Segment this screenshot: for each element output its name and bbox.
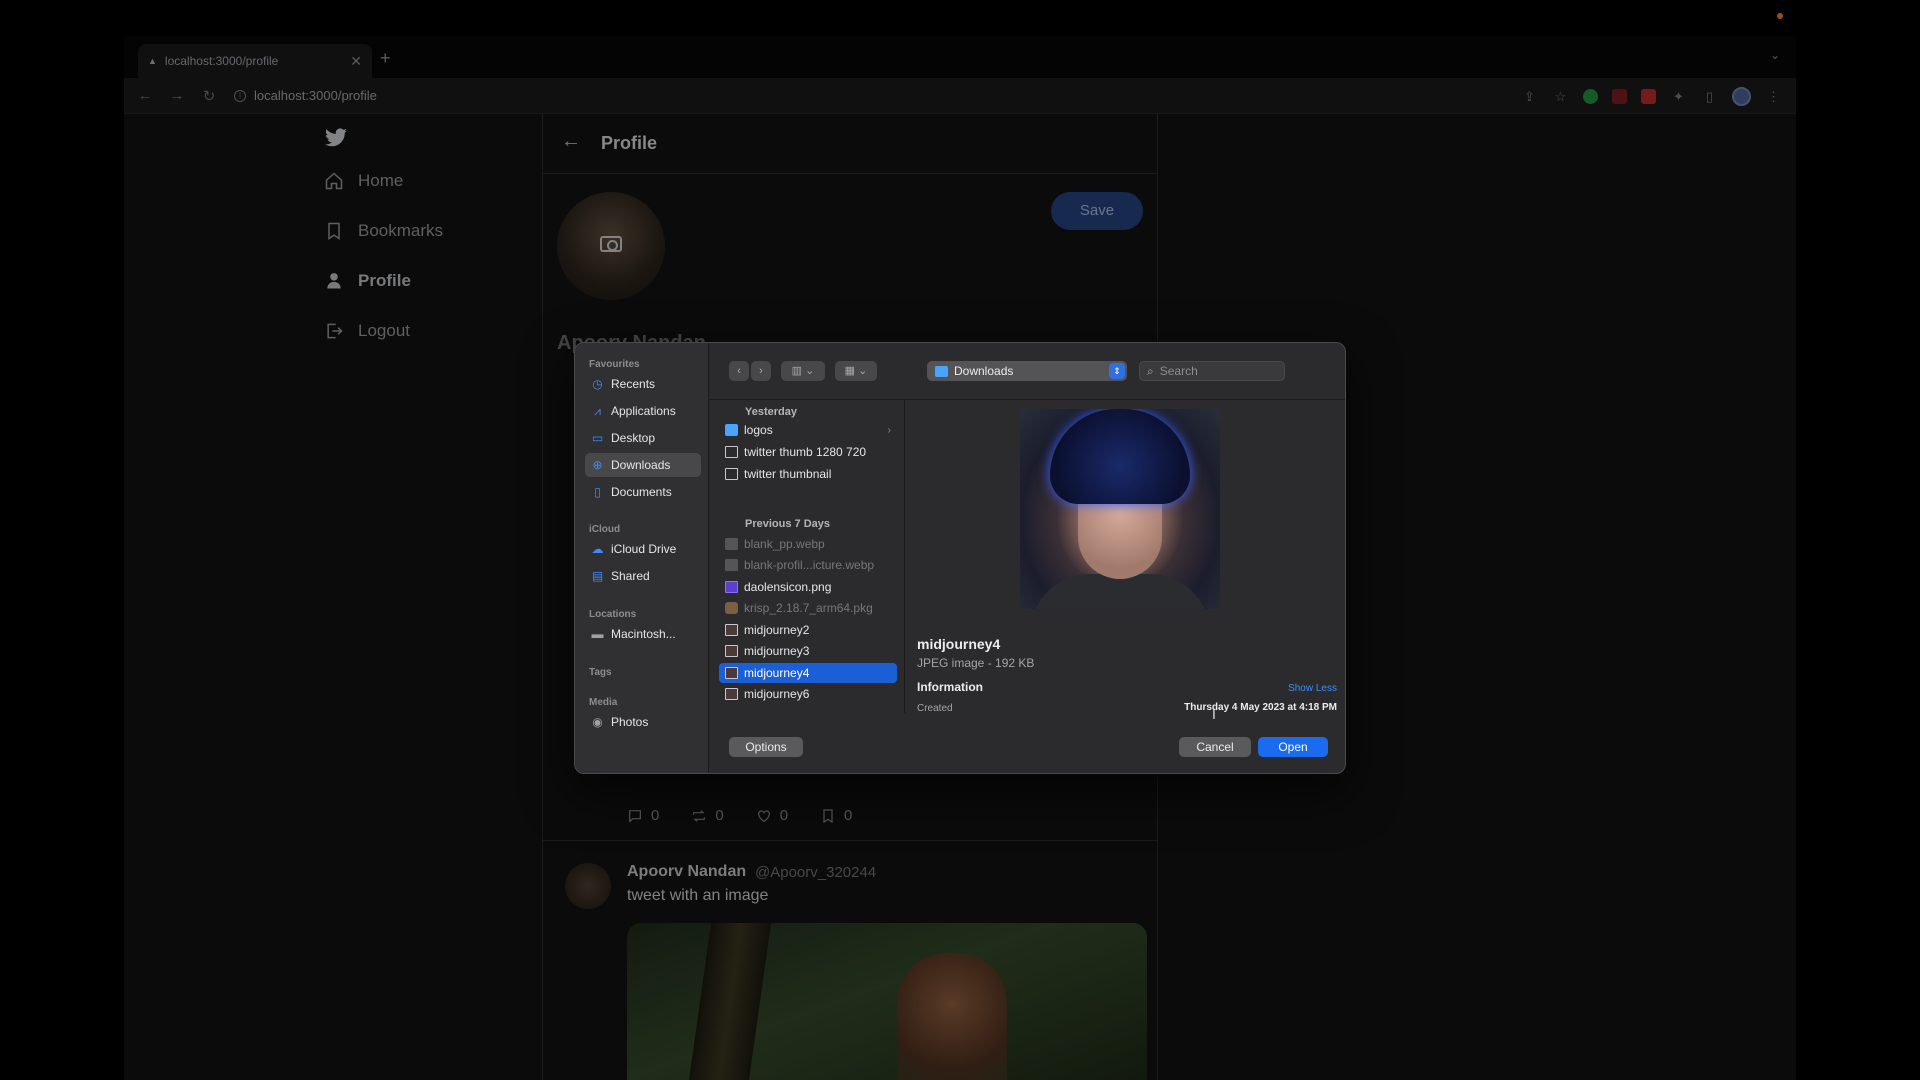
list-item[interactable]: daolensicon.png bbox=[719, 577, 897, 597]
information-heading: Information bbox=[917, 680, 983, 694]
open-button[interactable]: Open bbox=[1258, 737, 1328, 757]
list-item[interactable]: midjourney6 bbox=[719, 684, 897, 704]
sidebar-item-applications[interactable]: ⩘ Applications bbox=[585, 399, 701, 423]
dialog-back-button[interactable]: ‹ bbox=[729, 361, 749, 381]
section-locations: Locations bbox=[589, 609, 637, 620]
dialog-forward-button[interactable]: › bbox=[751, 361, 771, 381]
section-favourites: Favourites bbox=[589, 359, 640, 370]
search-icon: ⌕ bbox=[1147, 363, 1154, 378]
clock-icon: ◷ bbox=[592, 376, 603, 391]
sidebar-item-photos[interactable]: ◉ Photos bbox=[585, 710, 701, 734]
document-icon: ▯ bbox=[594, 484, 601, 499]
jpeg-file-icon bbox=[725, 645, 738, 657]
section-icloud: iCloud bbox=[589, 524, 621, 535]
file-name: blank-profil...icture.webp bbox=[744, 558, 875, 572]
screen: ▲ localhost:3000/profile ✕ + ⌄ ← → ↻ i l… bbox=[0, 0, 1920, 1080]
list-item[interactable]: twitter thumbnail bbox=[719, 464, 897, 484]
preview-shirt bbox=[1030, 574, 1210, 609]
png-file-icon bbox=[725, 581, 738, 593]
jpeg-file-icon bbox=[725, 667, 738, 679]
list-item[interactable]: midjourney3 bbox=[719, 641, 897, 661]
file-open-dialog: Favourites ◷ Recents ⩘ Applications ▭ Deskt… bbox=[574, 342, 1346, 774]
section-tags: Tags bbox=[589, 667, 612, 678]
file-name: midjourney3 bbox=[744, 644, 810, 658]
chevron-right-icon: › bbox=[887, 424, 891, 436]
list-item[interactable]: midjourney2 bbox=[719, 620, 897, 640]
file-name: logos bbox=[744, 423, 773, 437]
group-header: Yesterday bbox=[745, 406, 797, 418]
download-icon: ⊕ bbox=[592, 457, 603, 472]
options-button[interactable]: Options bbox=[729, 737, 803, 757]
grid-view-icon[interactable]: ▦ ⌄ bbox=[835, 361, 877, 381]
list-item: blank-profil...icture.webp bbox=[719, 555, 897, 575]
sidebar-item-label: Applications bbox=[611, 404, 676, 418]
cloud-icon: ☁ bbox=[591, 541, 604, 556]
preview-hair bbox=[1050, 409, 1190, 504]
sidebar-item-recents[interactable]: ◷ Recents bbox=[585, 372, 701, 396]
sidebar-item-label: Documents bbox=[611, 485, 672, 499]
sidebar-item-desktop[interactable]: ▭ Desktop bbox=[585, 426, 701, 450]
dialog-toolbar: ‹ › ▥ ⌄ ▦ ⌄ Downloads ⇕ ⌕ Search bbox=[709, 343, 1345, 399]
sidebar-item-label: iCloud Drive bbox=[611, 542, 677, 556]
list-item[interactable]: twitter thumb 1280 720 bbox=[719, 442, 897, 462]
file-name: midjourney6 bbox=[744, 687, 810, 701]
dialog-footer: Options Cancel Open bbox=[709, 713, 1345, 773]
file-name: twitter thumb 1280 720 bbox=[744, 445, 867, 459]
desktop-icon: ▭ bbox=[591, 430, 604, 445]
search-input[interactable]: ⌕ Search bbox=[1139, 361, 1285, 381]
file-name: midjourney2 bbox=[744, 623, 810, 637]
sidebar-item-label: Photos bbox=[611, 715, 649, 729]
location-label: Downloads bbox=[954, 364, 1014, 378]
column-view-icon[interactable]: ▥ ⌄ bbox=[781, 361, 825, 381]
file-name: blank_pp.webp bbox=[744, 537, 825, 551]
sidebar-item-downloads[interactable]: ⊕ Downloads bbox=[585, 453, 701, 477]
sidebar-item-documents[interactable]: ▯ Documents bbox=[585, 480, 701, 504]
jpeg-file-icon bbox=[725, 688, 738, 700]
webp-file-icon bbox=[725, 559, 738, 571]
list-item-selected[interactable]: midjourney4 bbox=[719, 663, 897, 683]
sidebar-item-icloud-drive[interactable]: ☁ iCloud Drive bbox=[585, 537, 701, 561]
disk-icon: ▬ bbox=[591, 626, 604, 641]
webp-file-icon bbox=[725, 538, 738, 550]
image-file-icon bbox=[725, 446, 738, 458]
cancel-button[interactable]: Cancel bbox=[1179, 737, 1251, 757]
location-select[interactable]: Downloads ⇕ bbox=[927, 361, 1127, 381]
search-placeholder: Search bbox=[1159, 364, 1198, 378]
folder-icon bbox=[935, 365, 948, 377]
group-header: Previous 7 Days bbox=[745, 518, 830, 530]
preview-image bbox=[1020, 409, 1220, 609]
preview-file-name: midjourney4 bbox=[917, 636, 1001, 652]
show-less-link[interactable]: Show Less bbox=[1288, 683, 1337, 694]
image-file-icon bbox=[725, 468, 738, 480]
sidebar-item-label: Recents bbox=[611, 377, 656, 391]
folder-icon bbox=[725, 424, 738, 436]
section-media: Media bbox=[589, 697, 618, 708]
sidebar-item-macintosh[interactable]: ▬ Macintosh... bbox=[585, 622, 701, 646]
chevron-updown-icon: ⇕ bbox=[1109, 363, 1125, 379]
file-name: midjourney4 bbox=[744, 666, 810, 680]
created-value: Thursday 4 May 2023 at 4:18 PM bbox=[1184, 702, 1337, 713]
file-list: Yesterday logos › twitter thumb 1280 720 … bbox=[709, 399, 905, 713]
list-item: blank_pp.webp bbox=[719, 534, 897, 554]
text-cursor-icon: I bbox=[1212, 706, 1216, 722]
jpeg-file-icon bbox=[725, 624, 738, 636]
list-item[interactable]: logos › bbox=[719, 420, 897, 440]
preview-file-kind: JPEG image - 192 KB bbox=[917, 656, 1035, 670]
list-item: krisp_2.18.7_arm64.pkg bbox=[719, 598, 897, 618]
sidebar-item-label: Desktop bbox=[611, 431, 656, 445]
sidebar-item-label: Macintosh... bbox=[611, 627, 676, 641]
sidebar-item-shared[interactable]: ▤ Shared bbox=[585, 564, 701, 588]
sidebar-item-label: Downloads bbox=[611, 458, 671, 472]
file-name: twitter thumbnail bbox=[744, 467, 832, 481]
camera-icon: ◉ bbox=[592, 714, 603, 729]
dialog-sidebar: Favourites ◷ Recents ⩘ Applications ▭ Deskt… bbox=[575, 343, 709, 773]
file-name: daolensicon.png bbox=[744, 580, 832, 594]
package-icon bbox=[725, 602, 738, 614]
shared-folder-icon: ▤ bbox=[591, 568, 604, 583]
sidebar-item-label: Shared bbox=[611, 569, 650, 583]
applications-icon: ⩘ bbox=[594, 403, 601, 418]
file-preview-pane: midjourney4 JPEG image - 192 KB Informat… bbox=[905, 399, 1345, 714]
file-name: krisp_2.18.7_arm64.pkg bbox=[744, 601, 873, 615]
